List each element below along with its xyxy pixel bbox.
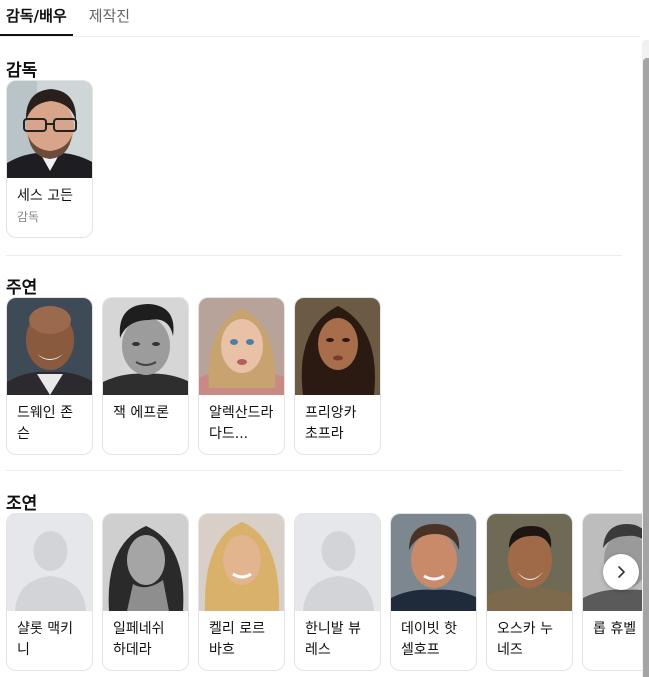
person-photo <box>199 298 284 395</box>
person-card-supporting[interactable]: 샬롯 맥키니 <box>6 513 93 671</box>
person-name: 샬롯 맥키니 <box>17 621 73 658</box>
person-photo <box>487 514 572 611</box>
person-card-supporting[interactable]: 데이빗 핫셀호프 <box>390 513 477 671</box>
person-card-lead[interactable]: 알렉산드라 다드... <box>198 297 285 455</box>
person-card-supporting[interactable]: 오스카 누네즈 <box>486 513 573 671</box>
person-name: 드웨인 존슨 <box>17 405 73 442</box>
person-card-supporting[interactable]: 일페네쉬 하데라 <box>102 513 189 671</box>
lead-photo-image-4 <box>295 298 380 395</box>
person-photo <box>7 81 92 178</box>
person-role: 감독 <box>17 210 40 224</box>
supporting-cast-list: 샬롯 맥키니 일페네쉬 하데라 켈리 로르바흐 한니발 뷰레스 데이빗 핫셀호프… <box>6 513 649 671</box>
person-photo <box>295 298 380 395</box>
person-card-lead[interactable]: 드웨인 존슨 <box>6 297 93 455</box>
section-title-director: 감독 <box>6 61 38 81</box>
tab-production-crew[interactable]: 제작진 <box>83 0 136 36</box>
person-name: 데이빗 핫셀호프 <box>401 621 457 658</box>
person-card-lead[interactable]: 잭 에프론 <box>102 297 189 455</box>
section-title-supporting: 조연 <box>6 494 38 514</box>
section-divider <box>6 255 622 256</box>
lead-photo-image-3 <box>199 298 284 395</box>
lead-cast-list: 드웨인 존슨 잭 에프론 알렉산드라 다드... 프리앙카 초프라 <box>6 297 390 455</box>
tab-bar: 감독/배우 제작진 <box>0 0 649 38</box>
section-title-lead: 주연 <box>6 278 38 298</box>
person-photo <box>103 298 188 395</box>
lead-photo-image-2 <box>103 298 188 395</box>
tab-director-cast[interactable]: 감독/배우 <box>0 0 73 36</box>
person-name: 한니발 뷰레스 <box>305 621 361 658</box>
scrollbar-thumb[interactable] <box>643 58 649 677</box>
lead-photo-image-1 <box>7 298 92 395</box>
person-card-director[interactable]: 세스 고든 감독 <box>6 80 93 238</box>
person-name: 켈리 로르바흐 <box>209 621 265 658</box>
supporting-photo-image-6 <box>487 514 572 611</box>
person-photo <box>295 514 380 611</box>
person-silhouette-icon <box>7 514 92 611</box>
person-name: 일페네쉬 하데라 <box>113 621 165 658</box>
person-name: 잭 에프론 <box>113 405 169 421</box>
person-photo <box>103 514 188 611</box>
supporting-photo-image-5 <box>391 514 476 611</box>
cast-crew-page: 감독/배우 제작진 감독 세스 고든 감독 주연 드웨인 존슨 잭 에프론 알렉… <box>0 0 649 677</box>
section-divider <box>6 470 622 471</box>
person-name: 세스 고든 <box>17 188 73 204</box>
carousel-next-button[interactable] <box>603 554 639 590</box>
chevron-right-icon <box>618 566 625 578</box>
person-photo <box>7 514 92 611</box>
tab-divider <box>0 36 640 37</box>
director-list: 세스 고든 감독 <box>6 80 102 238</box>
person-card-supporting[interactable]: 롭 휴벨 <box>582 513 649 671</box>
director-photo-image <box>7 81 92 178</box>
supporting-photo-image-3 <box>199 514 284 611</box>
person-name: 오스카 누네즈 <box>497 621 553 658</box>
person-name: 롭 휴벨 <box>593 621 637 637</box>
person-photo <box>7 298 92 395</box>
person-silhouette-icon <box>295 514 380 611</box>
person-card-supporting[interactable]: 켈리 로르바흐 <box>198 513 285 671</box>
person-name: 알렉산드라 다드... <box>209 405 274 442</box>
supporting-photo-image-2 <box>103 514 188 611</box>
person-card-supporting[interactable]: 한니발 뷰레스 <box>294 513 381 671</box>
person-photo <box>199 514 284 611</box>
person-name: 프리앙카 초프라 <box>305 405 357 442</box>
person-card-lead[interactable]: 프리앙카 초프라 <box>294 297 381 455</box>
person-photo <box>391 514 476 611</box>
